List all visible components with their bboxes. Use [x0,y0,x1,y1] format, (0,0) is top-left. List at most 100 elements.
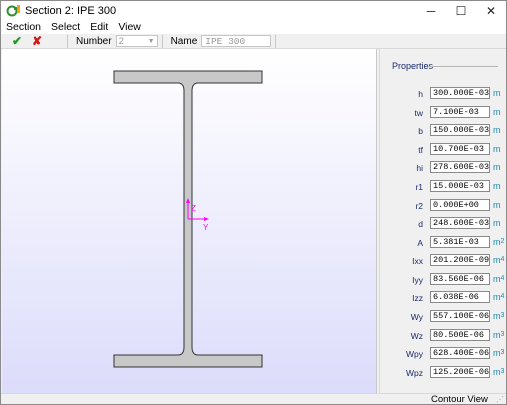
property-unit: m [493,162,501,172]
minimize-button[interactable]: ─ [416,1,446,20]
section-window: Section 2: IPE 300 ─ ☐ ✕ Section Select … [0,0,507,405]
property-unit: m [493,144,501,154]
property-value-field[interactable]: 0.000E+00 [430,199,490,211]
property-row-h: h 300.000E-03 m [380,87,507,102]
property-label: Wpz [406,368,423,378]
property-unit: m3 [493,367,505,377]
menu-view[interactable]: View [113,21,146,33]
property-value-field[interactable]: 557.100E-06 [430,310,490,322]
property-row-tw: tw 7.100E-03 m [380,106,507,121]
property-value-field[interactable]: 7.100E-03 [430,106,490,118]
properties-title: Properties [392,61,434,71]
menu-bar: Section Select Edit View [1,20,506,34]
property-row-wy: Wy 557.100E-06 m3 [380,310,507,325]
property-value-field[interactable]: 10.700E-03 [430,143,490,155]
property-value-field[interactable]: 628.400E-06 [430,347,490,359]
title-bar: Section 2: IPE 300 ─ ☐ ✕ [1,1,506,20]
properties-panel: Properties h 300.000E-03 m tw 7.100E-03 … [379,49,506,393]
property-unit: m [493,200,501,210]
number-select[interactable]: 2 ▼ [115,35,158,47]
property-label: Wpy [406,349,423,359]
name-field[interactable]: IPE 300 [201,35,272,47]
property-label: r2 [415,201,423,211]
property-value-field[interactable]: 201.200E-09 [430,254,490,266]
toolbar: ✔ ✘ Number 2 ▼ Name IPE 300 [1,34,506,49]
property-unit: m4 [493,255,505,265]
property-label: Ixx [412,256,423,266]
menu-select[interactable]: Select [46,21,85,33]
property-unit: m2 [493,237,505,247]
property-label: h [418,89,423,99]
property-value-field[interactable]: 125.200E-06 [430,366,490,378]
property-unit: m3 [493,348,505,358]
property-label: d [418,219,423,229]
property-unit: m [493,218,501,228]
property-label: Iyy [412,275,423,285]
number-label: Number [76,35,112,47]
cancel-icon[interactable]: ✘ [27,34,47,48]
property-label: Wy [410,312,423,322]
property-row-b: b 150.000E-03 m [380,124,507,139]
property-label: tw [414,108,424,118]
accept-icon[interactable]: ✔ [7,34,27,48]
toolbar-separator [275,34,277,48]
chevron-down-icon: ▼ [147,37,155,45]
property-row-izz: Izz 6.038E-06 m4 [380,291,507,306]
property-label: A [417,238,423,248]
property-value-field[interactable]: 248.600E-03 [430,217,490,229]
property-row-d: d 248.600E-03 m [380,217,507,232]
property-label: r1 [415,182,423,192]
property-value-field[interactable]: 15.000E-03 [430,180,490,192]
z-axis-label: Z [191,204,196,213]
property-label: Izz [412,293,423,303]
menu-edit[interactable]: Edit [85,21,113,33]
resize-grip-icon[interactable]: ⋰ [496,395,504,404]
maximize-button[interactable]: ☐ [446,1,476,20]
property-row-a: A 5.381E-03 m2 [380,236,507,251]
window-controls: ─ ☐ ✕ [416,1,506,20]
property-unit: m4 [493,292,505,302]
y-axis-label: Y [203,223,209,232]
property-row-r2: r2 0.000E+00 m [380,199,507,214]
property-value-field[interactable]: 83.560E-06 [430,273,490,285]
app-icon [6,4,20,18]
property-value-field[interactable]: 150.000E-03 [430,124,490,136]
property-row-wpy: Wpy 628.400E-06 m3 [380,347,507,362]
property-value-field[interactable]: 80.500E-06 [430,329,490,341]
property-unit: m3 [493,311,505,321]
property-row-ixx: Ixx 201.200E-09 m4 [380,254,507,269]
menu-section[interactable]: Section [1,21,46,33]
toolbar-separator [161,34,163,48]
property-row-wz: Wz 80.500E-06 m3 [380,329,507,344]
number-select-value: 2 [118,35,124,47]
property-row-wpz: Wpz 125.200E-06 m3 [380,366,507,381]
section-canvas[interactable]: Z Y [2,49,377,393]
window-title: Section 2: IPE 300 [25,4,117,17]
section-drawing: Z Y [113,70,263,368]
property-unit: m [493,125,501,135]
property-row-tf: tf 10.700E-03 m [380,143,507,158]
property-row-r1: r1 15.000E-03 m [380,180,507,195]
name-label: Name [170,35,198,47]
close-button[interactable]: ✕ [476,1,506,20]
property-value-field[interactable]: 278.600E-03 [430,161,490,173]
toolbar-separator [67,34,68,48]
property-value-field[interactable]: 300.000E-03 [430,87,490,99]
property-unit: m [493,181,501,191]
status-text: Contour View [431,394,488,405]
property-label: Wz [410,331,423,341]
status-bar: Contour View ⋰ [1,393,506,405]
property-value-field[interactable]: 5.381E-03 [430,236,490,248]
property-unit: m4 [493,274,505,284]
property-unit: m3 [493,330,505,340]
property-label: hi [416,163,423,173]
property-label: b [418,126,423,136]
property-unit: m [493,107,501,117]
property-unit: m [493,88,501,98]
y-axis-arrow-icon [204,217,209,221]
property-label: tf [418,145,423,155]
property-row-iyy: Iyy 83.560E-06 m4 [380,273,507,288]
property-value-field[interactable]: 6.038E-06 [430,291,490,303]
properties-divider [428,66,498,67]
property-row-hi: hi 278.600E-03 m [380,161,507,176]
